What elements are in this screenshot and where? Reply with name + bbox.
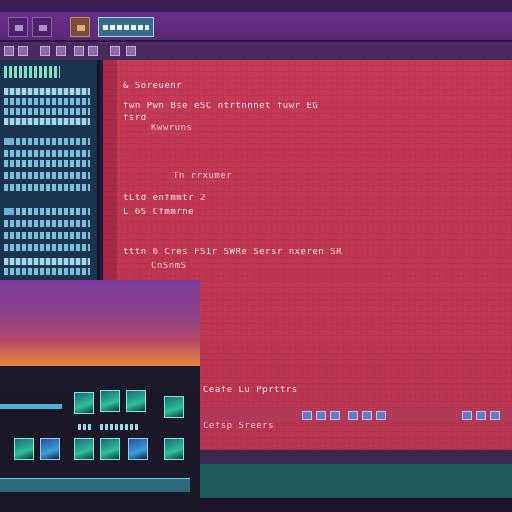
tree-item[interactable]: [4, 232, 90, 239]
tree-item[interactable]: [4, 220, 90, 227]
tab-icon[interactable]: [476, 411, 486, 420]
tree-item[interactable]: [4, 150, 90, 157]
tree-item[interactable]: [4, 160, 90, 167]
status-bar: [200, 464, 512, 498]
code-line: fsrd: [123, 114, 147, 123]
tab-icon[interactable]: [362, 411, 372, 420]
tab-icon[interactable]: [330, 411, 340, 420]
tree-item[interactable]: [16, 138, 90, 145]
tree-item[interactable]: [4, 172, 90, 179]
code-line: tLtd enfmmtr 2: [123, 194, 206, 203]
thumbnail[interactable]: [128, 438, 148, 460]
editor-tab-strip: [200, 408, 512, 422]
main-toolbar: [0, 12, 512, 42]
tab-icon[interactable]: [462, 411, 472, 420]
menu-icon[interactable]: [126, 46, 136, 56]
thumbnail-label: [100, 424, 140, 430]
tree-item[interactable]: [4, 244, 90, 251]
tab-icon[interactable]: [376, 411, 386, 420]
code-line: fwn Pwn Bse eSC ntrtnnnet fuwr EG: [123, 102, 319, 111]
code-line: Ceafe Lu Pprttrs: [203, 386, 298, 395]
sunset-preview-image: [0, 280, 200, 366]
folder-icon[interactable]: [32, 17, 52, 37]
thumbnail[interactable]: [74, 438, 94, 460]
file-tree-panel: [0, 60, 100, 280]
thumbnail[interactable]: [164, 396, 184, 418]
settings-icon[interactable]: [110, 46, 120, 56]
thumbnail-label: [78, 424, 92, 430]
folder-icon: [4, 208, 14, 215]
tab-icon[interactable]: [316, 411, 326, 420]
code-line: Tn rrxumer: [173, 172, 233, 181]
thumbnail[interactable]: [100, 438, 120, 460]
timeline-strip[interactable]: [0, 478, 190, 492]
thumbnail[interactable]: [40, 438, 60, 460]
thumbnail[interactable]: [164, 438, 184, 460]
tab-icon[interactable]: [490, 411, 500, 420]
tree-item[interactable]: [4, 98, 90, 105]
code-line: tttn 6 Cres FSIr SWRe Sersr nxeren SR: [123, 248, 342, 257]
sub-toolbar: [0, 42, 512, 60]
code-line: L 6S Cfmmrne: [123, 208, 195, 217]
bookmark-icon[interactable]: [88, 46, 98, 56]
address-field[interactable]: [98, 17, 154, 37]
preview-progress-bar: [0, 404, 62, 409]
panel-header: [4, 66, 60, 78]
code-line: CnSnmS: [151, 262, 187, 271]
save-icon[interactable]: [70, 17, 90, 37]
forward-icon[interactable]: [18, 46, 28, 56]
tree-item[interactable]: [4, 118, 90, 125]
tree-item[interactable]: [4, 184, 90, 191]
tree-item[interactable]: [16, 208, 90, 215]
refresh-icon[interactable]: [40, 46, 50, 56]
thumbnail[interactable]: [74, 392, 94, 414]
file-icon[interactable]: [8, 17, 28, 37]
tool-icon[interactable]: [74, 46, 84, 56]
tree-item[interactable]: [4, 268, 90, 275]
thumbnail[interactable]: [126, 390, 146, 412]
tree-item[interactable]: [4, 108, 90, 115]
thumbnail[interactable]: [100, 390, 120, 412]
code-line: & Soreuenr: [123, 82, 183, 91]
preview-toolbar: [0, 366, 200, 390]
thumbnail[interactable]: [14, 438, 34, 460]
tree-item[interactable]: [4, 88, 90, 95]
code-line: Kwwruns: [151, 124, 193, 133]
back-icon[interactable]: [4, 46, 14, 56]
preview-panel: [0, 280, 200, 512]
folder-icon: [4, 138, 14, 145]
tree-item[interactable]: [4, 258, 90, 265]
title-bar: [0, 0, 512, 12]
tab-icon[interactable]: [348, 411, 358, 420]
code-line: Cefsp Sreers: [203, 422, 275, 431]
home-icon[interactable]: [56, 46, 66, 56]
tab-icon[interactable]: [302, 411, 312, 420]
